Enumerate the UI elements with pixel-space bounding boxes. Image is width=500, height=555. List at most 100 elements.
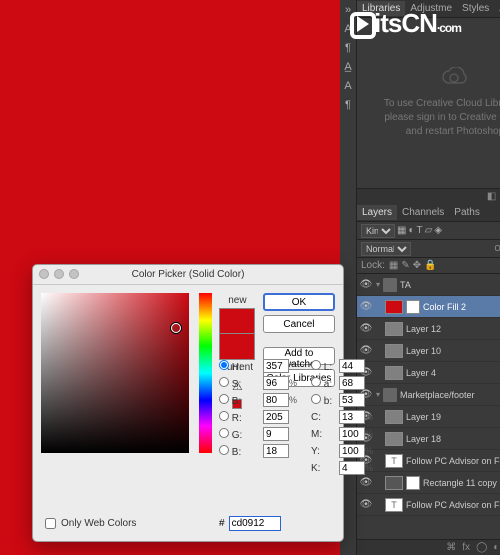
opacity-label: Opacity: [495,244,500,253]
cc-msg2: please sign in to Creative Cloud [384,111,500,125]
layer-name: Rectangle 11 copy [423,478,500,488]
filter-shape-icon[interactable]: ▱ [425,225,433,236]
brush-tip-icon[interactable]: ◧ [487,191,496,202]
visibility-icon[interactable]: 👁 [359,323,373,334]
tab-paths[interactable]: Paths [449,205,485,220]
h-input[interactable] [263,359,289,373]
k-input[interactable] [339,461,365,475]
close-icon[interactable] [39,269,49,279]
layer-row[interactable]: 👁 Rectangle 11 copy [357,472,500,494]
layer-row[interactable]: 👁Layer 4 [357,362,500,384]
dialog-title: Color Picker (Solid Color) [132,269,245,280]
lock-pixels-icon[interactable]: ✎ [401,260,409,271]
layer-row[interactable]: 👁Color Fill 2 [357,296,500,318]
layer-row[interactable]: 👁Layer 18 [357,428,500,450]
only-web-input[interactable] [45,518,56,529]
l-input[interactable] [339,359,365,373]
glyph-icon[interactable]: A̲ [340,59,356,75]
bch-input[interactable] [263,444,289,458]
zoom-icon[interactable] [69,269,79,279]
radio-b[interactable] [219,394,229,404]
layer-row[interactable]: 👁Layer 12 [357,318,500,340]
visibility-icon[interactable]: 👁 [359,301,373,312]
paragraph-icon[interactable]: ¶ [340,40,356,56]
style-icon[interactable]: ¶ [340,97,356,113]
libraries-body: To use Creative Cloud Libraries, please … [357,18,500,188]
layer-name: Layer 4 [406,368,500,378]
hex-input[interactable] [229,516,281,531]
layer-row[interactable]: 👁▾Marketplace/footer [357,384,500,406]
lock-label: Lock: [361,260,385,271]
radio-bch[interactable] [219,445,229,455]
visibility-icon[interactable]: 👁 [359,279,373,290]
lock-pos-icon[interactable]: ✥ [413,260,421,271]
visibility-icon[interactable]: 👁 [359,477,373,488]
radio-h[interactable] [219,360,229,370]
layer-thumb [385,432,403,446]
layer-row[interactable]: 👁Layer 19 [357,406,500,428]
radio-s[interactable] [219,377,229,387]
tab-styles[interactable]: Styles [457,1,494,16]
visibility-icon[interactable]: 👁 [359,499,373,510]
dialog-titlebar[interactable]: Color Picker (Solid Color) [33,265,343,285]
layer-thumb [385,410,403,424]
layers-footer: ⌘ fx ◯ ◐ ▣ ▤ 🗑 [357,539,500,555]
tab-actions[interactable]: Actions [494,1,500,16]
filter-adj-icon[interactable]: ◐ [408,225,414,236]
radio-lb[interactable] [311,394,321,404]
hue-slider[interactable] [199,293,212,453]
radio-a[interactable] [311,377,321,387]
current-color-swatch[interactable] [219,334,255,360]
y-input[interactable] [339,444,365,458]
character-icon[interactable]: A [340,78,356,94]
watermark-logo: itsCN.com [350,8,461,39]
mask-icon[interactable]: ◯ [476,542,487,553]
filter-type-icon[interactable]: T [417,225,423,236]
cc-msg3: and restart Photoshop [406,125,500,139]
reticle-icon[interactable] [171,323,181,333]
filter-pixel-icon[interactable]: ▦ [397,225,406,236]
visibility-icon[interactable]: 👁 [359,345,373,356]
new-label: new [228,295,246,306]
layer-row[interactable]: 👁▾ TA [357,274,500,296]
s-input[interactable] [263,376,289,390]
radio-l[interactable] [311,360,321,370]
b-input[interactable] [263,393,289,407]
blend-row: Normal Opacity: 100% [357,240,500,258]
r-input[interactable] [263,410,289,424]
tab-channels[interactable]: Channels [397,205,449,220]
link-layers-icon[interactable]: ⌘ [446,542,456,553]
cancel-button[interactable]: Cancel [263,315,335,333]
adj-layer-icon[interactable]: ◐ [493,542,499,553]
color-values: H:° L: S:% a: B:% b: R:C:% G:M:% B:Y:% K… [219,359,375,475]
g-input[interactable] [263,427,289,441]
layer-fx-icon[interactable]: fx [462,542,470,553]
ok-button[interactable]: OK [263,293,335,311]
m-input[interactable] [339,427,365,441]
layer-name: TA [400,280,500,290]
layer-row[interactable]: 👁TFollow PC Advisor on Face... [357,494,500,516]
layer-row[interactable]: 👁Layer 10 [357,340,500,362]
mask-thumb [406,300,420,314]
color-field[interactable] [41,293,189,453]
only-web-checkbox[interactable]: Only Web Colors [45,518,136,529]
c-input[interactable] [339,410,365,424]
layer-name: Layer 18 [406,434,500,444]
filter-smart-icon[interactable]: ◈ [434,225,442,236]
layer-thumb [385,300,403,314]
radio-r[interactable] [219,411,229,421]
minimize-icon[interactable] [54,269,64,279]
lock-all-icon[interactable]: 🔒 [424,260,436,271]
radio-g[interactable] [219,428,229,438]
disclosure-icon[interactable]: ▾ [373,280,383,289]
lock-trans-icon[interactable]: ▦ [389,260,398,271]
layer-name: Marketplace/footer [400,390,500,400]
libraries-footer: ◧ T fx ＋ 🗑 [357,188,500,204]
a-input[interactable] [339,376,365,390]
filter-kind[interactable]: Kind [361,224,395,238]
layer-row[interactable]: 👁TFollow PC Advisor on Face... [357,450,500,472]
tab-layers[interactable]: Layers [357,205,397,220]
lb-input[interactable] [339,393,365,407]
blend-mode[interactable]: Normal [361,242,411,256]
color-picker-dialog: Color Picker (Solid Color) new current ⚠… [32,264,344,542]
